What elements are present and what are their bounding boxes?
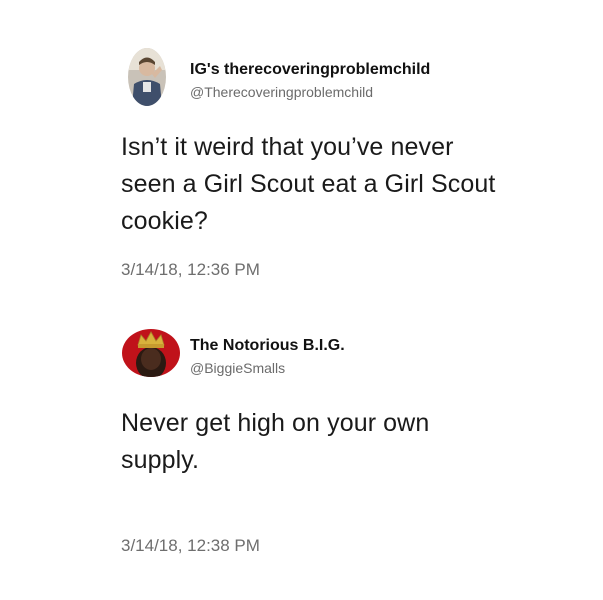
avatar[interactable] [128, 48, 166, 106]
tweet-1: IG's therecoveringproblemchild @Therecov… [0, 0, 603, 300]
avatar[interactable] [122, 329, 180, 377]
tweet-text-line: Isn’t it weird that you’ve never [121, 133, 454, 161]
tweet-text: Never get high on your own supply. [121, 405, 429, 479]
display-name[interactable]: The Notorious B.I.G. [190, 337, 345, 355]
tweet-text-line: supply. [121, 446, 200, 474]
profile-photo-crown-icon [122, 329, 180, 377]
tweet-text: Isn’t it weird that you’ve never seen a … [121, 129, 495, 240]
tweet-text-line: Never get high on your own [121, 409, 430, 437]
tweet-text-line: cookie? [121, 207, 208, 235]
profile-photo-man-icon [128, 48, 166, 106]
user-handle[interactable]: @Therecoveringproblemchild [190, 84, 373, 100]
timestamp[interactable]: 3/14/18, 12:36 PM [121, 260, 260, 280]
timestamp[interactable]: 3/14/18, 12:38 PM [121, 536, 260, 556]
display-name[interactable]: IG's therecoveringproblemchild [190, 61, 430, 79]
tweet-text-line: seen a Girl Scout eat a Girl Scout [121, 170, 496, 198]
tweet-2: The Notorious B.I.G. @BiggieSmalls Never… [0, 300, 603, 600]
user-handle[interactable]: @BiggieSmalls [190, 360, 285, 376]
